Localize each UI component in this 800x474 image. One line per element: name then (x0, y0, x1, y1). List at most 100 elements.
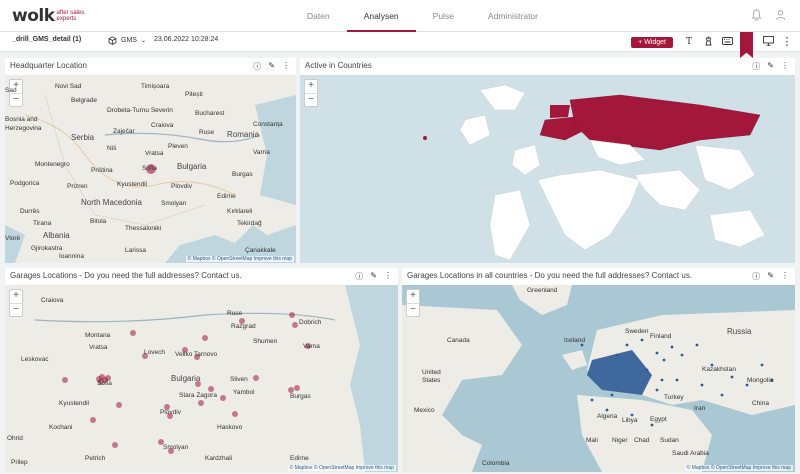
user-icon[interactable] (774, 9, 786, 21)
garage-dot[interactable] (640, 338, 644, 342)
map-label: Kochani (49, 424, 73, 431)
zoom-out-button[interactable]: − (407, 303, 419, 316)
nav-pulse[interactable]: Pulse (416, 0, 471, 32)
add-widget-button[interactable]: + Widget (631, 36, 673, 48)
garage-dot[interactable] (680, 353, 684, 357)
countries-map[interactable]: + − (300, 75, 795, 263)
dashboard-title[interactable]: _drill_GMS_detail (1) (12, 36, 81, 43)
garage-dot[interactable] (655, 388, 659, 392)
map-label: Bulgaria (177, 162, 207, 171)
garages-map[interactable]: + − Craiova Ruse Razgrad Dobrich Montana… (5, 285, 398, 472)
garage-dot[interactable] (745, 383, 749, 387)
garage-dot[interactable] (730, 375, 734, 379)
map-label: Yambol (233, 389, 255, 396)
zoom-out-button[interactable]: − (10, 93, 22, 106)
map-label: Prilep (11, 459, 28, 466)
garage-dot[interactable] (605, 408, 609, 412)
garage-dot[interactable] (660, 378, 664, 382)
garage-dot[interactable] (62, 377, 68, 383)
zoom-in-button[interactable]: + (407, 290, 419, 303)
zoom-out-button[interactable]: − (10, 303, 22, 316)
nav-administrator[interactable]: Administrator (471, 0, 555, 32)
monitor-icon[interactable] (762, 36, 774, 48)
text-icon[interactable]: T (683, 37, 695, 47)
map-attribution[interactable]: © Mapbox © OpenStreetMap Improve this ma… (287, 465, 396, 471)
garage-dot[interactable] (630, 413, 634, 417)
datasource-select[interactable]: GMS ⌄ (108, 36, 146, 45)
bookmark-icon[interactable] (740, 32, 753, 58)
garage-dot[interactable] (289, 312, 295, 318)
garage-dot[interactable] (760, 363, 764, 367)
zoom-in-button[interactable]: + (10, 290, 22, 303)
map-label: Sad (5, 87, 17, 94)
garage-dot[interactable] (670, 345, 674, 349)
keyboard-icon[interactable] (721, 37, 733, 47)
map-label: Pleven (168, 143, 188, 150)
garage-dot[interactable] (253, 375, 259, 381)
garage-dot[interactable] (292, 322, 298, 328)
garages-world-map[interactable]: + − Greenland Canada United States Mexic… (402, 285, 795, 472)
zoom-in-button[interactable]: + (305, 80, 317, 93)
garage-dot[interactable] (232, 411, 238, 417)
map-label: Gjirokastra (31, 245, 63, 252)
nav-analysen[interactable]: Analysen (346, 0, 416, 32)
map-label: Canada (447, 337, 470, 344)
garage-dot[interactable] (130, 330, 136, 336)
garage-dot[interactable] (590, 398, 594, 402)
garage-dot[interactable] (615, 353, 619, 357)
map-label: Vratsa (89, 344, 108, 351)
map-label: Ruse (227, 310, 243, 317)
garage-dot[interactable] (202, 335, 208, 341)
info-icon[interactable]: ⓘ (355, 271, 363, 282)
garage-dot[interactable] (695, 343, 699, 347)
garage-dot[interactable] (675, 378, 679, 382)
garage-dot[interactable] (294, 385, 300, 391)
map-attribution[interactable]: © Mapbox © OpenStreetMap Improve this ma… (684, 465, 793, 471)
info-icon[interactable]: ⓘ (752, 61, 760, 72)
map-label: Mongolia (747, 377, 774, 384)
map-label: Libya (622, 417, 638, 424)
garage-dot[interactable] (655, 351, 659, 355)
map-label: Greenland (527, 287, 558, 294)
garage-dot[interactable] (700, 383, 704, 387)
hq-map[interactable]: + − Sad Novi Sad Belgrade Timișoara Drob… (5, 75, 296, 263)
more-vertical-icon[interactable]: ⋮ (282, 61, 290, 72)
edit-icon[interactable]: ✎ (767, 271, 774, 282)
garage-dot[interactable] (220, 395, 226, 401)
garage-dot[interactable] (650, 423, 654, 427)
more-vertical-icon[interactable]: ⋮ (384, 271, 392, 282)
map-attribution[interactable]: © Mapbox © OpenStreetMap Improve this ma… (185, 256, 294, 262)
edit-icon[interactable]: ✎ (370, 271, 377, 282)
app-logo[interactable]: wolk after sales experts (12, 6, 84, 26)
garage-dot[interactable] (625, 343, 629, 347)
garage-dot[interactable] (198, 400, 204, 406)
map-label: Podgorica (10, 180, 40, 187)
map-label: Russia (727, 327, 752, 336)
garage-dot[interactable] (662, 358, 666, 362)
nav-daten[interactable]: Daten (290, 0, 347, 32)
info-icon[interactable]: ⓘ (253, 61, 261, 72)
map-label: Craiova (151, 122, 174, 129)
map-label: North Macedonia (81, 198, 142, 207)
more-vertical-icon[interactable]: ⋮ (781, 37, 793, 48)
zoom-out-button[interactable]: − (305, 93, 317, 106)
garage-dot[interactable] (116, 402, 122, 408)
garage-dot[interactable] (112, 442, 118, 448)
map-label: Sliven (230, 376, 248, 383)
more-vertical-icon[interactable]: ⋮ (781, 61, 789, 72)
edit-icon[interactable]: ✎ (767, 61, 774, 72)
map-label: Sudan (660, 437, 679, 444)
garage-dot[interactable] (610, 393, 614, 397)
filter-icon[interactable] (702, 36, 714, 48)
garage-dot[interactable] (645, 368, 649, 372)
edit-icon[interactable]: ✎ (268, 61, 275, 72)
garage-dot[interactable] (580, 343, 584, 347)
logo-subtitle: after sales experts (57, 10, 85, 22)
bell-icon[interactable] (750, 9, 762, 21)
garage-dot[interactable] (720, 393, 724, 397)
info-icon[interactable]: ⓘ (752, 271, 760, 282)
garage-dot[interactable] (90, 417, 96, 423)
more-vertical-icon[interactable]: ⋮ (781, 271, 789, 282)
map-label: Belgrade (71, 97, 98, 104)
panel-title: Active in Countries (305, 61, 372, 70)
